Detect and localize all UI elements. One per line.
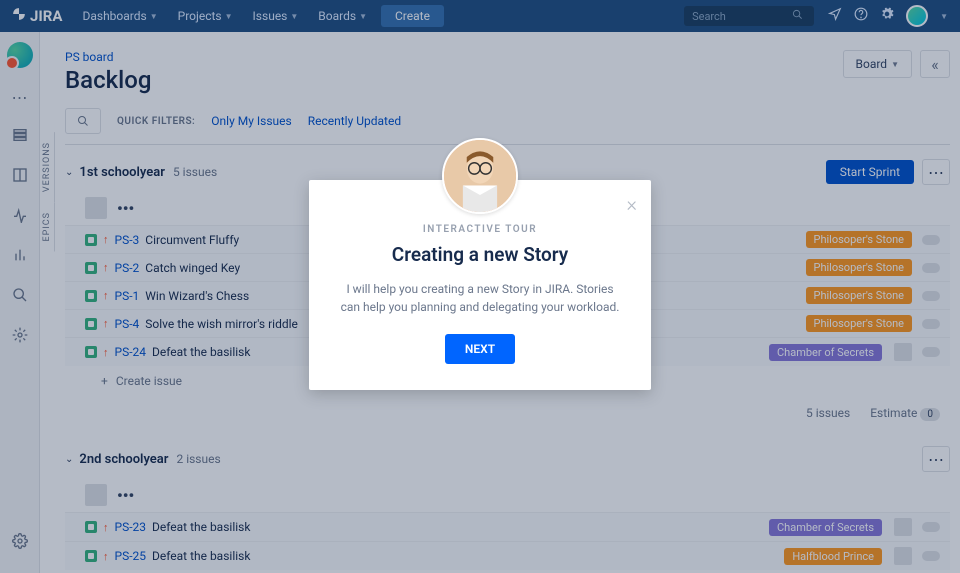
next-button[interactable]: NEXT xyxy=(445,334,515,364)
tour-avatar xyxy=(442,138,518,214)
tour-modal: × INTERACTIVE TOUR Creating a new Story … xyxy=(309,180,651,390)
close-button[interactable]: × xyxy=(627,192,637,216)
modal-body: I will help you creating a new Story in … xyxy=(339,280,621,316)
modal-overlay[interactable]: × INTERACTIVE TOUR Creating a new Story … xyxy=(0,0,960,573)
modal-title: Creating a new Story xyxy=(339,243,621,266)
modal-eyebrow: INTERACTIVE TOUR xyxy=(339,224,621,235)
